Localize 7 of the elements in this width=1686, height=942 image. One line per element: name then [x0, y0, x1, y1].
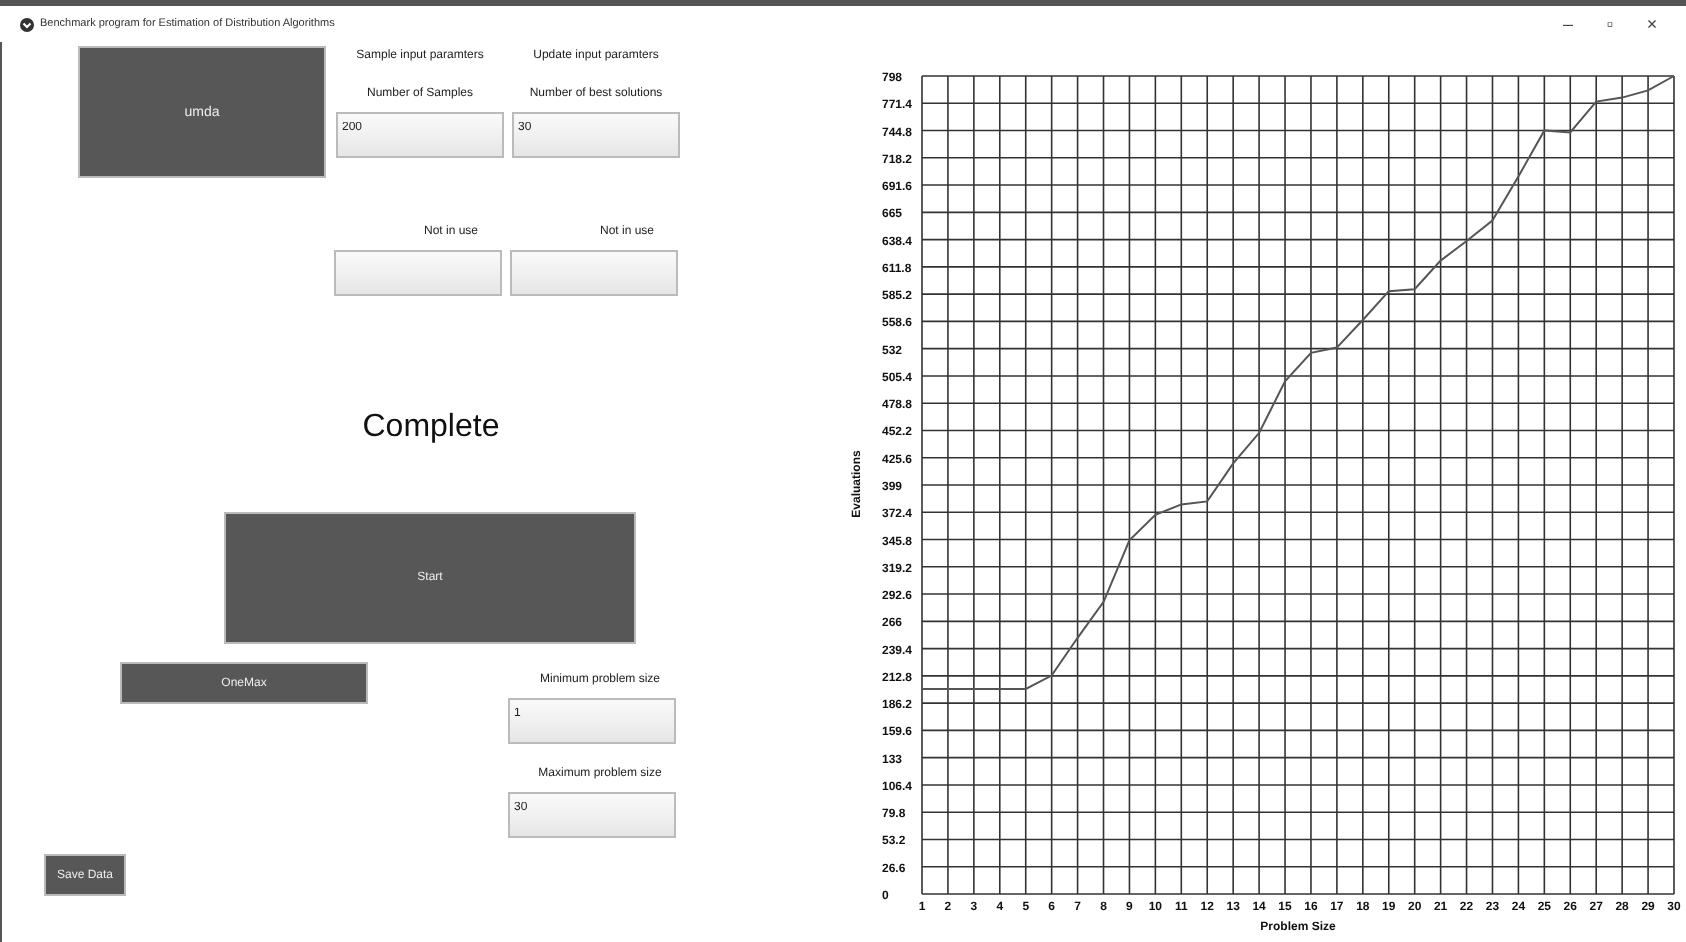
window-control[interactable]: – — [1550, 14, 1586, 34]
input-field[interactable] — [510, 250, 678, 296]
input-field[interactable] — [334, 250, 502, 296]
app-icon — [20, 17, 34, 31]
status-text: Complete — [360, 410, 502, 446]
window-control[interactable]: ▫ — [1592, 14, 1628, 34]
window-control[interactable]: × — [1634, 14, 1670, 34]
